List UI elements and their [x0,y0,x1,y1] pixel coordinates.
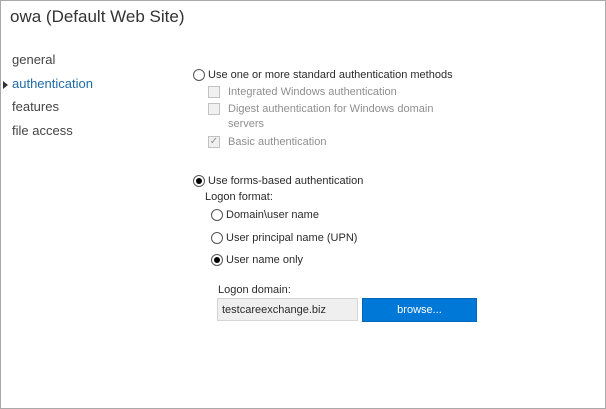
basic-auth-option[interactable]: ✓ Basic authentication [208,136,326,148]
nav-item-label: features [12,99,59,114]
logon-format-upn-radio[interactable] [211,232,223,244]
forms-auth-option[interactable]: Use forms-based authentication [193,175,363,187]
logon-format-username-radio[interactable] [211,254,223,266]
standard-auth-option[interactable]: Use one or more standard authentication … [193,69,453,81]
logon-format-domain-user-label: Domain\user name [226,209,319,221]
digest-auth-checkbox[interactable] [208,103,220,115]
selected-arrow-icon [3,80,8,89]
nav-item-general[interactable]: general [1,51,151,75]
integrated-windows-auth-option[interactable]: Integrated Windows authentication [208,86,397,98]
digest-auth-label: Digest authentication for Windows domain [228,103,434,115]
digest-auth-option[interactable]: Digest authentication for Windows domain [208,103,433,115]
integrated-windows-auth-checkbox[interactable] [208,86,220,98]
nav-item-label: authentication [12,75,93,91]
sidebar-nav: general authentication features file acc… [1,51,151,145]
basic-auth-label: Basic authentication [228,136,327,148]
integrated-windows-auth-label: Integrated Windows authentication [228,86,397,98]
logon-format-label: Logon format: [205,191,273,203]
logon-format-domain-user-radio[interactable] [211,209,223,221]
nav-item-label: file access [12,122,73,138]
logon-domain-label: Logon domain: [218,284,291,296]
logon-format-username-option[interactable]: User name only [211,254,303,266]
checkmark-icon: ✓ [209,136,219,147]
standard-auth-radio[interactable] [193,69,205,81]
logon-format-upn-label: User principal name (UPN) [226,232,358,244]
standard-auth-label: Use one or more standard authentication … [208,69,453,81]
forms-auth-label: Use forms-based authentication [208,175,364,187]
browse-button[interactable]: browse... [362,298,477,322]
forms-auth-radio[interactable] [193,175,205,187]
nav-item-file-access[interactable]: file access [1,122,151,146]
nav-item-features[interactable]: features [1,98,151,122]
logon-format-username-label: User name only [226,254,304,266]
logon-domain-input[interactable] [217,298,358,321]
radio-selected-dot [214,257,220,263]
radio-selected-dot [196,178,202,184]
page-title: owa (Default Web Site) [10,7,185,26]
nav-item-authentication[interactable]: authentication [1,75,151,99]
nav-item-label: general [12,52,56,67]
dialog-frame: owa (Default Web Site) general authentic… [0,0,606,409]
logon-format-domain-user-option[interactable]: Domain\user name [211,209,319,221]
digest-auth-label-continued: servers [228,118,265,130]
logon-format-upn-option[interactable]: User principal name (UPN) [211,232,357,244]
basic-auth-checkbox[interactable]: ✓ [208,136,220,148]
